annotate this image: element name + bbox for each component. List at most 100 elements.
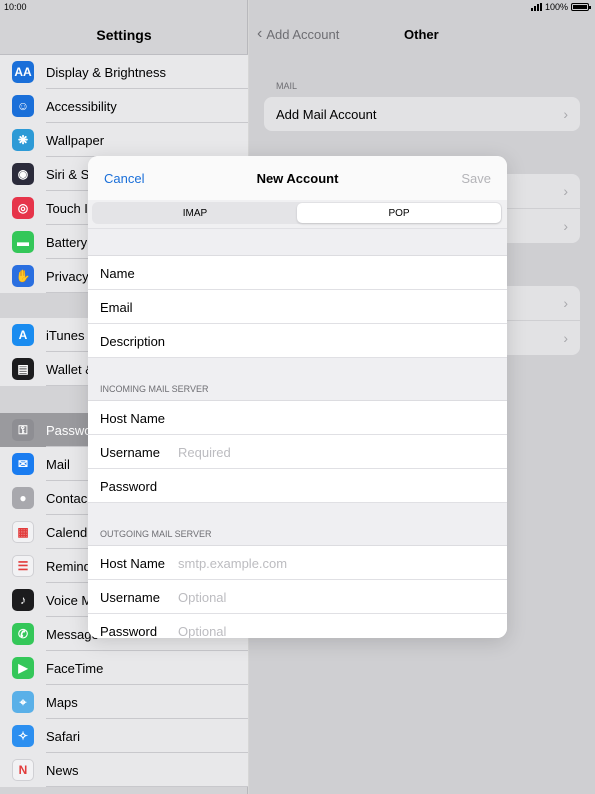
status-time: 10:00 bbox=[4, 2, 27, 12]
mail-section-header: MAIL bbox=[276, 81, 298, 91]
segment-bar: IMAP POP bbox=[88, 200, 507, 229]
safari-icon: ✧ bbox=[12, 725, 34, 747]
outgoing-username-field[interactable]: Username Optional bbox=[88, 580, 507, 614]
sidebar-item-label: Safari bbox=[46, 728, 80, 744]
sidebar-item[interactable]: N News bbox=[0, 753, 248, 787]
sidebar-item-label: Calend bbox=[46, 524, 88, 540]
sidebar-item-label: Passwo bbox=[46, 422, 92, 438]
sidebar-item[interactable]: ▶ FaceTime bbox=[0, 651, 248, 685]
sidebar-item-label: iTunes bbox=[46, 327, 85, 343]
incoming-password-field[interactable]: Password bbox=[88, 469, 507, 503]
chevron-right-icon: › bbox=[563, 218, 568, 234]
segment-imap[interactable]: IMAP bbox=[93, 203, 297, 223]
reminders-icon: ☰ bbox=[12, 555, 34, 577]
section-spacer bbox=[88, 229, 507, 256]
segment-pop[interactable]: POP bbox=[297, 203, 501, 223]
contacts-icon: ● bbox=[12, 487, 34, 509]
sidebar-item-label: Wallet & bbox=[46, 361, 94, 377]
sidebar-item-label: Wallpaper bbox=[46, 132, 105, 148]
mail-icon: ✉ bbox=[12, 453, 34, 475]
page-title: Other bbox=[404, 27, 439, 42]
passwords-key-icon: ⚿ bbox=[12, 419, 34, 441]
sidebar-title: Settings bbox=[96, 27, 152, 43]
account-fields: Name Email Description bbox=[88, 256, 507, 358]
sidebar-item-label: Display & Brightness bbox=[46, 64, 166, 80]
touch-id-icon: ◎ bbox=[12, 197, 34, 219]
incoming-section-header: INCOMING MAIL SERVER bbox=[88, 358, 507, 401]
protocol-segmented-control: IMAP POP bbox=[92, 202, 502, 224]
field-placeholder[interactable]: Optional bbox=[178, 624, 226, 639]
account-email-field[interactable]: Email bbox=[88, 290, 507, 324]
chevron-right-icon: › bbox=[563, 295, 568, 311]
incoming-fields: Host Name Username Required Password bbox=[88, 401, 507, 503]
status-bar: 10:00 100% bbox=[0, 0, 595, 14]
outgoing-password-field[interactable]: Password Optional bbox=[88, 614, 507, 638]
outgoing-fields: Host Name smtp.example.com Username Optiona… bbox=[88, 546, 507, 638]
back-label: Add Account bbox=[266, 26, 340, 42]
sidebar-item-label: Contac bbox=[46, 490, 88, 506]
chevron-left-icon: ‹ bbox=[257, 25, 263, 42]
sidebar-item-label: Privacy bbox=[46, 268, 89, 284]
display-brightness-icon: AA bbox=[12, 61, 34, 83]
wallet-icon: ▤ bbox=[12, 358, 34, 380]
save-button[interactable]: Save bbox=[461, 171, 491, 186]
sidebar-item-label: Voice M bbox=[46, 592, 93, 608]
outgoing-section-header: OUTGOING MAIL SERVER bbox=[88, 503, 507, 546]
field-label: Email bbox=[100, 299, 133, 315]
calendar-icon: ▦ bbox=[12, 521, 34, 543]
add-mail-account-label: Add Mail Account bbox=[276, 106, 377, 122]
field-placeholder[interactable]: Required bbox=[178, 445, 231, 460]
facetime-icon: ▶ bbox=[12, 657, 34, 679]
sidebar-item[interactable]: ☺ Accessibility bbox=[0, 89, 248, 123]
sidebar-item-label: Touch I bbox=[46, 200, 88, 216]
modal-title: New Account bbox=[256, 171, 339, 186]
add-mail-account-row[interactable]: Add Mail Account › bbox=[264, 97, 580, 131]
field-label: Host Name bbox=[100, 555, 166, 571]
outgoing-host-name-field[interactable]: Host Name smtp.example.com bbox=[88, 546, 507, 580]
messages-icon: ✆ bbox=[12, 623, 34, 645]
back-button[interactable]: ‹ Add Account bbox=[257, 25, 339, 43]
field-placeholder[interactable]: smtp.example.com bbox=[178, 556, 287, 571]
maps-icon: ⌖ bbox=[12, 691, 34, 713]
accessibility-icon: ☺ bbox=[12, 95, 34, 117]
sidebar-item[interactable]: ✧ Safari bbox=[0, 719, 248, 753]
signal-icon bbox=[530, 3, 542, 11]
field-label: Username bbox=[100, 589, 160, 605]
chevron-right-icon: › bbox=[563, 183, 568, 199]
field-label: Password bbox=[100, 478, 158, 494]
sidebar-item-label: Battery bbox=[46, 234, 88, 250]
news-icon: N bbox=[12, 759, 34, 781]
incoming-host-name-field[interactable]: Host Name bbox=[88, 401, 507, 435]
siri-icon: ◉ bbox=[12, 163, 34, 185]
battery-icon: ▬ bbox=[12, 231, 34, 253]
outgoing-header-label: OUTGOING MAIL SERVER bbox=[100, 529, 212, 539]
field-label: Host Name bbox=[100, 410, 166, 426]
field-label: Name bbox=[100, 265, 135, 281]
battery-icon bbox=[571, 3, 591, 11]
field-label: Username bbox=[100, 444, 160, 460]
battery-percent: 100% bbox=[544, 2, 568, 12]
chevron-right-icon: › bbox=[563, 106, 568, 122]
sidebar-item-label: Accessibility bbox=[46, 98, 117, 114]
sidebar-item-label: Siri & S bbox=[46, 166, 90, 182]
sidebar-item-label: Mail bbox=[46, 456, 70, 472]
sidebar-item[interactable]: AA Display & Brightness bbox=[0, 55, 248, 89]
field-placeholder[interactable]: Optional bbox=[178, 590, 226, 605]
battery-fill bbox=[573, 5, 587, 9]
sidebar-item[interactable]: ❋ Wallpaper bbox=[0, 123, 248, 157]
chevron-right-icon: › bbox=[563, 330, 568, 346]
account-description-field[interactable]: Description bbox=[88, 324, 507, 358]
privacy-hand-icon: ✋ bbox=[12, 265, 34, 287]
incoming-header-label: INCOMING MAIL SERVER bbox=[100, 384, 209, 394]
voice-memos-icon: ♪ bbox=[12, 589, 34, 611]
itunes-store-icon: A bbox=[12, 324, 34, 346]
field-label: Password bbox=[100, 623, 158, 639]
new-account-modal: Cancel New Account Save IMAP POP Name Emai… bbox=[88, 156, 507, 638]
sidebar-item[interactable]: ⌖ Maps bbox=[0, 685, 248, 719]
sidebar-item-label: Maps bbox=[46, 694, 78, 710]
modal-nav-bar: Cancel New Account Save bbox=[88, 156, 507, 200]
status-right: 100% bbox=[530, 2, 591, 12]
account-name-field[interactable]: Name bbox=[88, 256, 507, 290]
sidebar-item-label: News bbox=[46, 762, 79, 778]
incoming-username-field[interactable]: Username Required bbox=[88, 435, 507, 469]
